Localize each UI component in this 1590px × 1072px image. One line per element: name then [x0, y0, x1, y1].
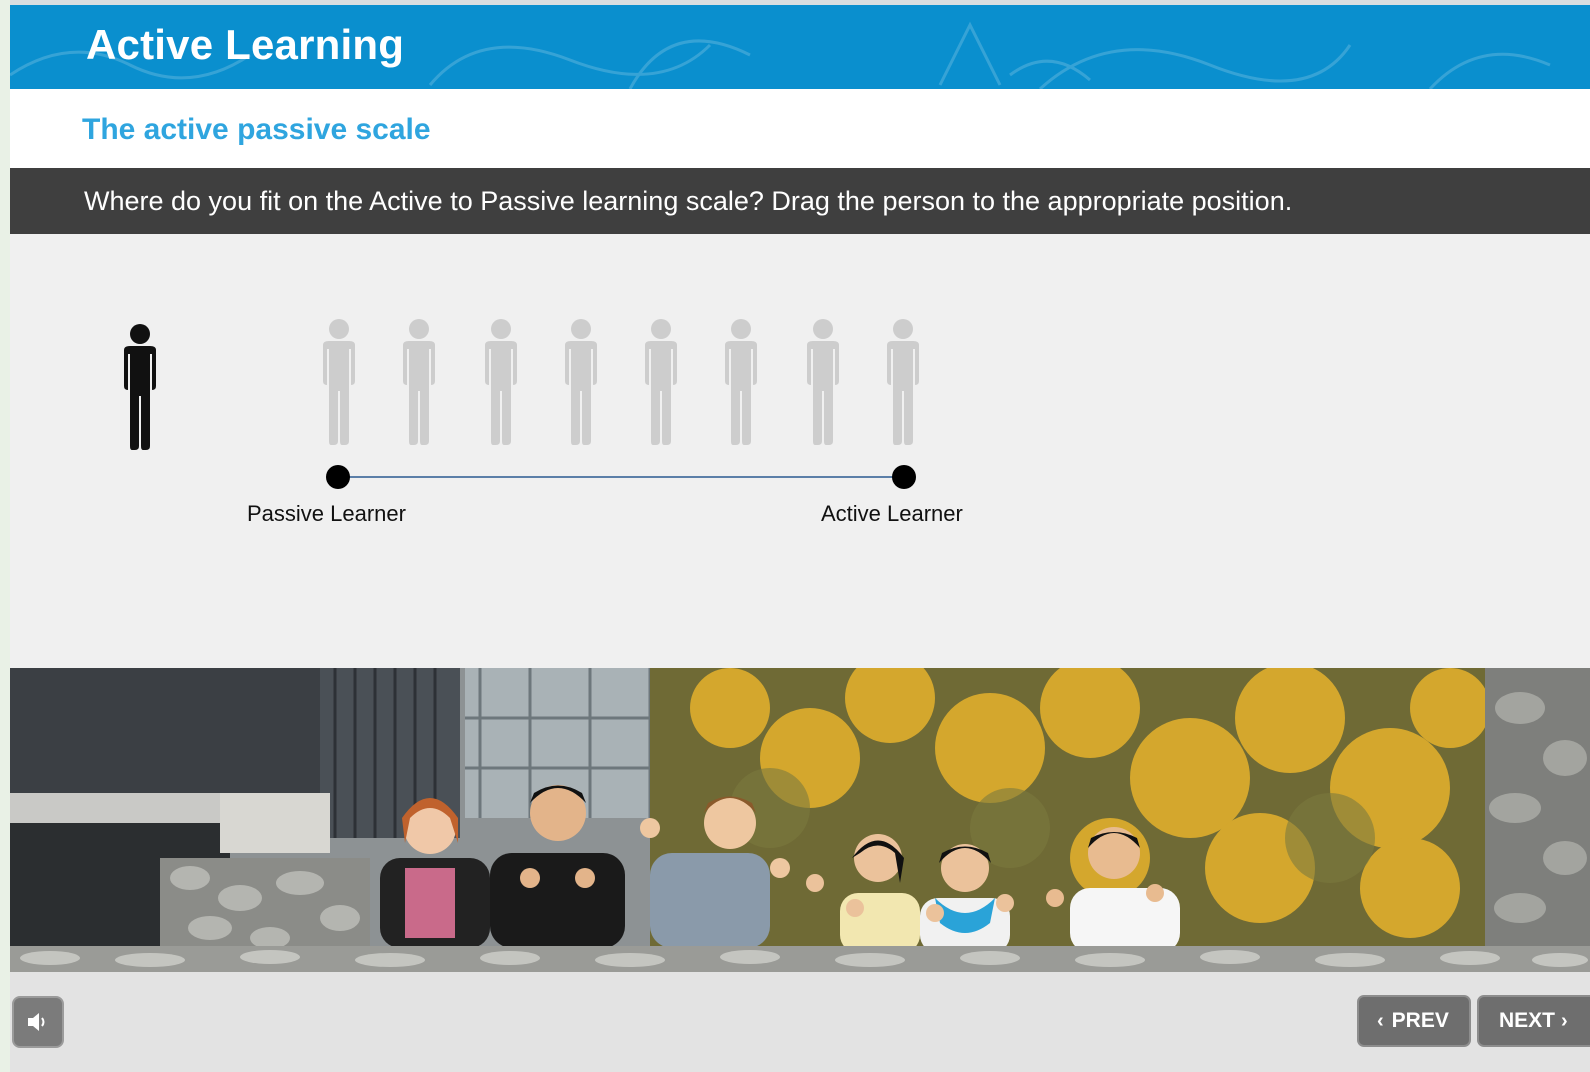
- section-title: The active passive scale: [82, 113, 431, 146]
- course-slide: Active Learning The active passive scale…: [10, 5, 1590, 1072]
- window-left-edge: [0, 0, 10, 1072]
- students-photo: [10, 668, 1590, 972]
- passive-learner-label: Passive Learner: [247, 501, 406, 526]
- instruction-bar: Where do you fit on the Active to Passiv…: [10, 168, 1590, 234]
- instruction-text: Where do you fit on the Active to Passiv…: [84, 186, 1293, 216]
- drag-activity: Passive Learner Active Learner: [10, 234, 1590, 668]
- students-photo-image: [10, 668, 1590, 972]
- learning-scale-line: [326, 465, 916, 489]
- next-button[interactable]: NEXT ›: [1477, 995, 1590, 1047]
- speaker-icon: [28, 1013, 45, 1031]
- active-learner-label: Active Learner: [821, 501, 963, 526]
- section-header: The active passive scale: [10, 89, 1590, 168]
- header-bar: Active Learning: [10, 5, 1590, 89]
- chevron-right-icon: ›: [1561, 1009, 1568, 1032]
- passive-end-dot: [326, 465, 350, 489]
- chevron-left-icon: ‹: [1377, 1009, 1384, 1032]
- page-title: Active Learning: [86, 21, 405, 68]
- active-end-dot: [892, 465, 916, 489]
- next-label: NEXT: [1499, 1009, 1556, 1032]
- prev-label: PREV: [1391, 1009, 1449, 1032]
- audio-toggle-button[interactable]: [12, 996, 64, 1048]
- prev-button[interactable]: ‹ PREV: [1357, 995, 1471, 1047]
- navigation-footer: ‹ PREV NEXT ›: [10, 972, 1590, 1072]
